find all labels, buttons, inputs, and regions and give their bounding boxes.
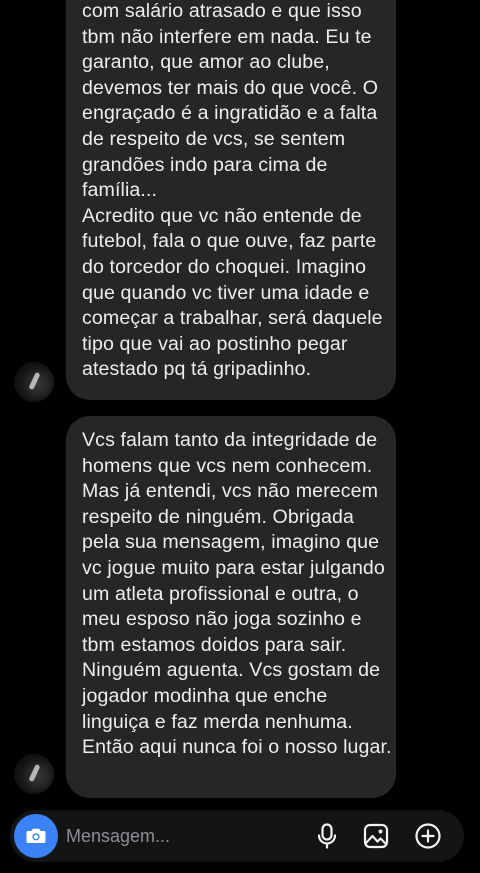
message-line: linguiça e faz merda nenhuma. (82, 710, 353, 733)
message-line: pela sua mensagem, imagino que (82, 531, 380, 554)
message-line: atestado pq tá gripadinho. (82, 358, 312, 381)
gallery-button[interactable] (361, 821, 391, 851)
message-line: Mas já entendi, vcs não merecem (82, 480, 379, 503)
message-bubble[interactable]: com salário atrasado e que isso tbm não … (66, 0, 396, 400)
message-line: Acredito que vc não entende de (82, 204, 362, 227)
message-line: engraçado é a ingratidão e a falta (82, 102, 378, 125)
sender-avatar[interactable] (14, 754, 54, 794)
message-line: futebol, fala o que ouve, faz parte (82, 230, 377, 253)
microphone-icon (317, 823, 337, 849)
message-line: grandões indo para cima de (82, 153, 328, 176)
message-line: tbm estamos doidos para sair. (82, 633, 347, 656)
message-line: Ninguém aguenta. Vcs gostam de (82, 659, 381, 682)
message-line: que quando vc tiver uma idade e (82, 281, 370, 304)
sender-avatar[interactable] (14, 362, 54, 402)
message-line: Vcs falam tanto da integridade de (82, 429, 378, 451)
message-line: tbm não interfere em nada. Eu te (82, 25, 372, 48)
camera-button[interactable] (14, 814, 58, 858)
message-line: meu esposo não joga sozinho e (82, 608, 362, 631)
message-composer[interactable]: Mensagem... (10, 810, 464, 862)
message-line: com salário atrasado e que isso (82, 0, 362, 22)
message-line: família... (82, 179, 158, 202)
message-thread[interactable]: com salário atrasado e que isso tbm não … (0, 0, 480, 800)
message-line: homens que vcs nem conhecem. (82, 454, 373, 477)
plus-icon (415, 823, 441, 849)
message-line: vc jogue muito para estar julgando (82, 556, 385, 579)
gallery-icon (363, 823, 389, 849)
message-line: respeito de ninguém. Obrigada (82, 505, 354, 528)
camera-icon (26, 828, 46, 843)
message-input[interactable]: Mensagem... (66, 824, 170, 848)
add-attachment-button[interactable] (413, 821, 443, 851)
message-line: Então aqui nunca foi o nosso lugar. (82, 736, 392, 759)
voice-message-button[interactable] (312, 821, 342, 851)
message-line: devemos ter mais do que você. O (82, 76, 379, 99)
message-line: do torcedor do choquei. Imagino (82, 255, 367, 278)
message-line: um atleta profissional e outra, o (82, 582, 359, 605)
message-line: garanto, que amor ao clube, (82, 51, 330, 74)
message-bubble[interactable]: Vcs falam tanto da integridade de homens… (66, 416, 396, 798)
message-line: tipo que vai ao postinho pegar (82, 332, 348, 355)
message-line: jogador modinha que enche (82, 684, 328, 707)
message-line: começar a trabalhar, será daquele (82, 307, 383, 330)
message-line: de respeito de vcs, se sentem (82, 127, 346, 150)
